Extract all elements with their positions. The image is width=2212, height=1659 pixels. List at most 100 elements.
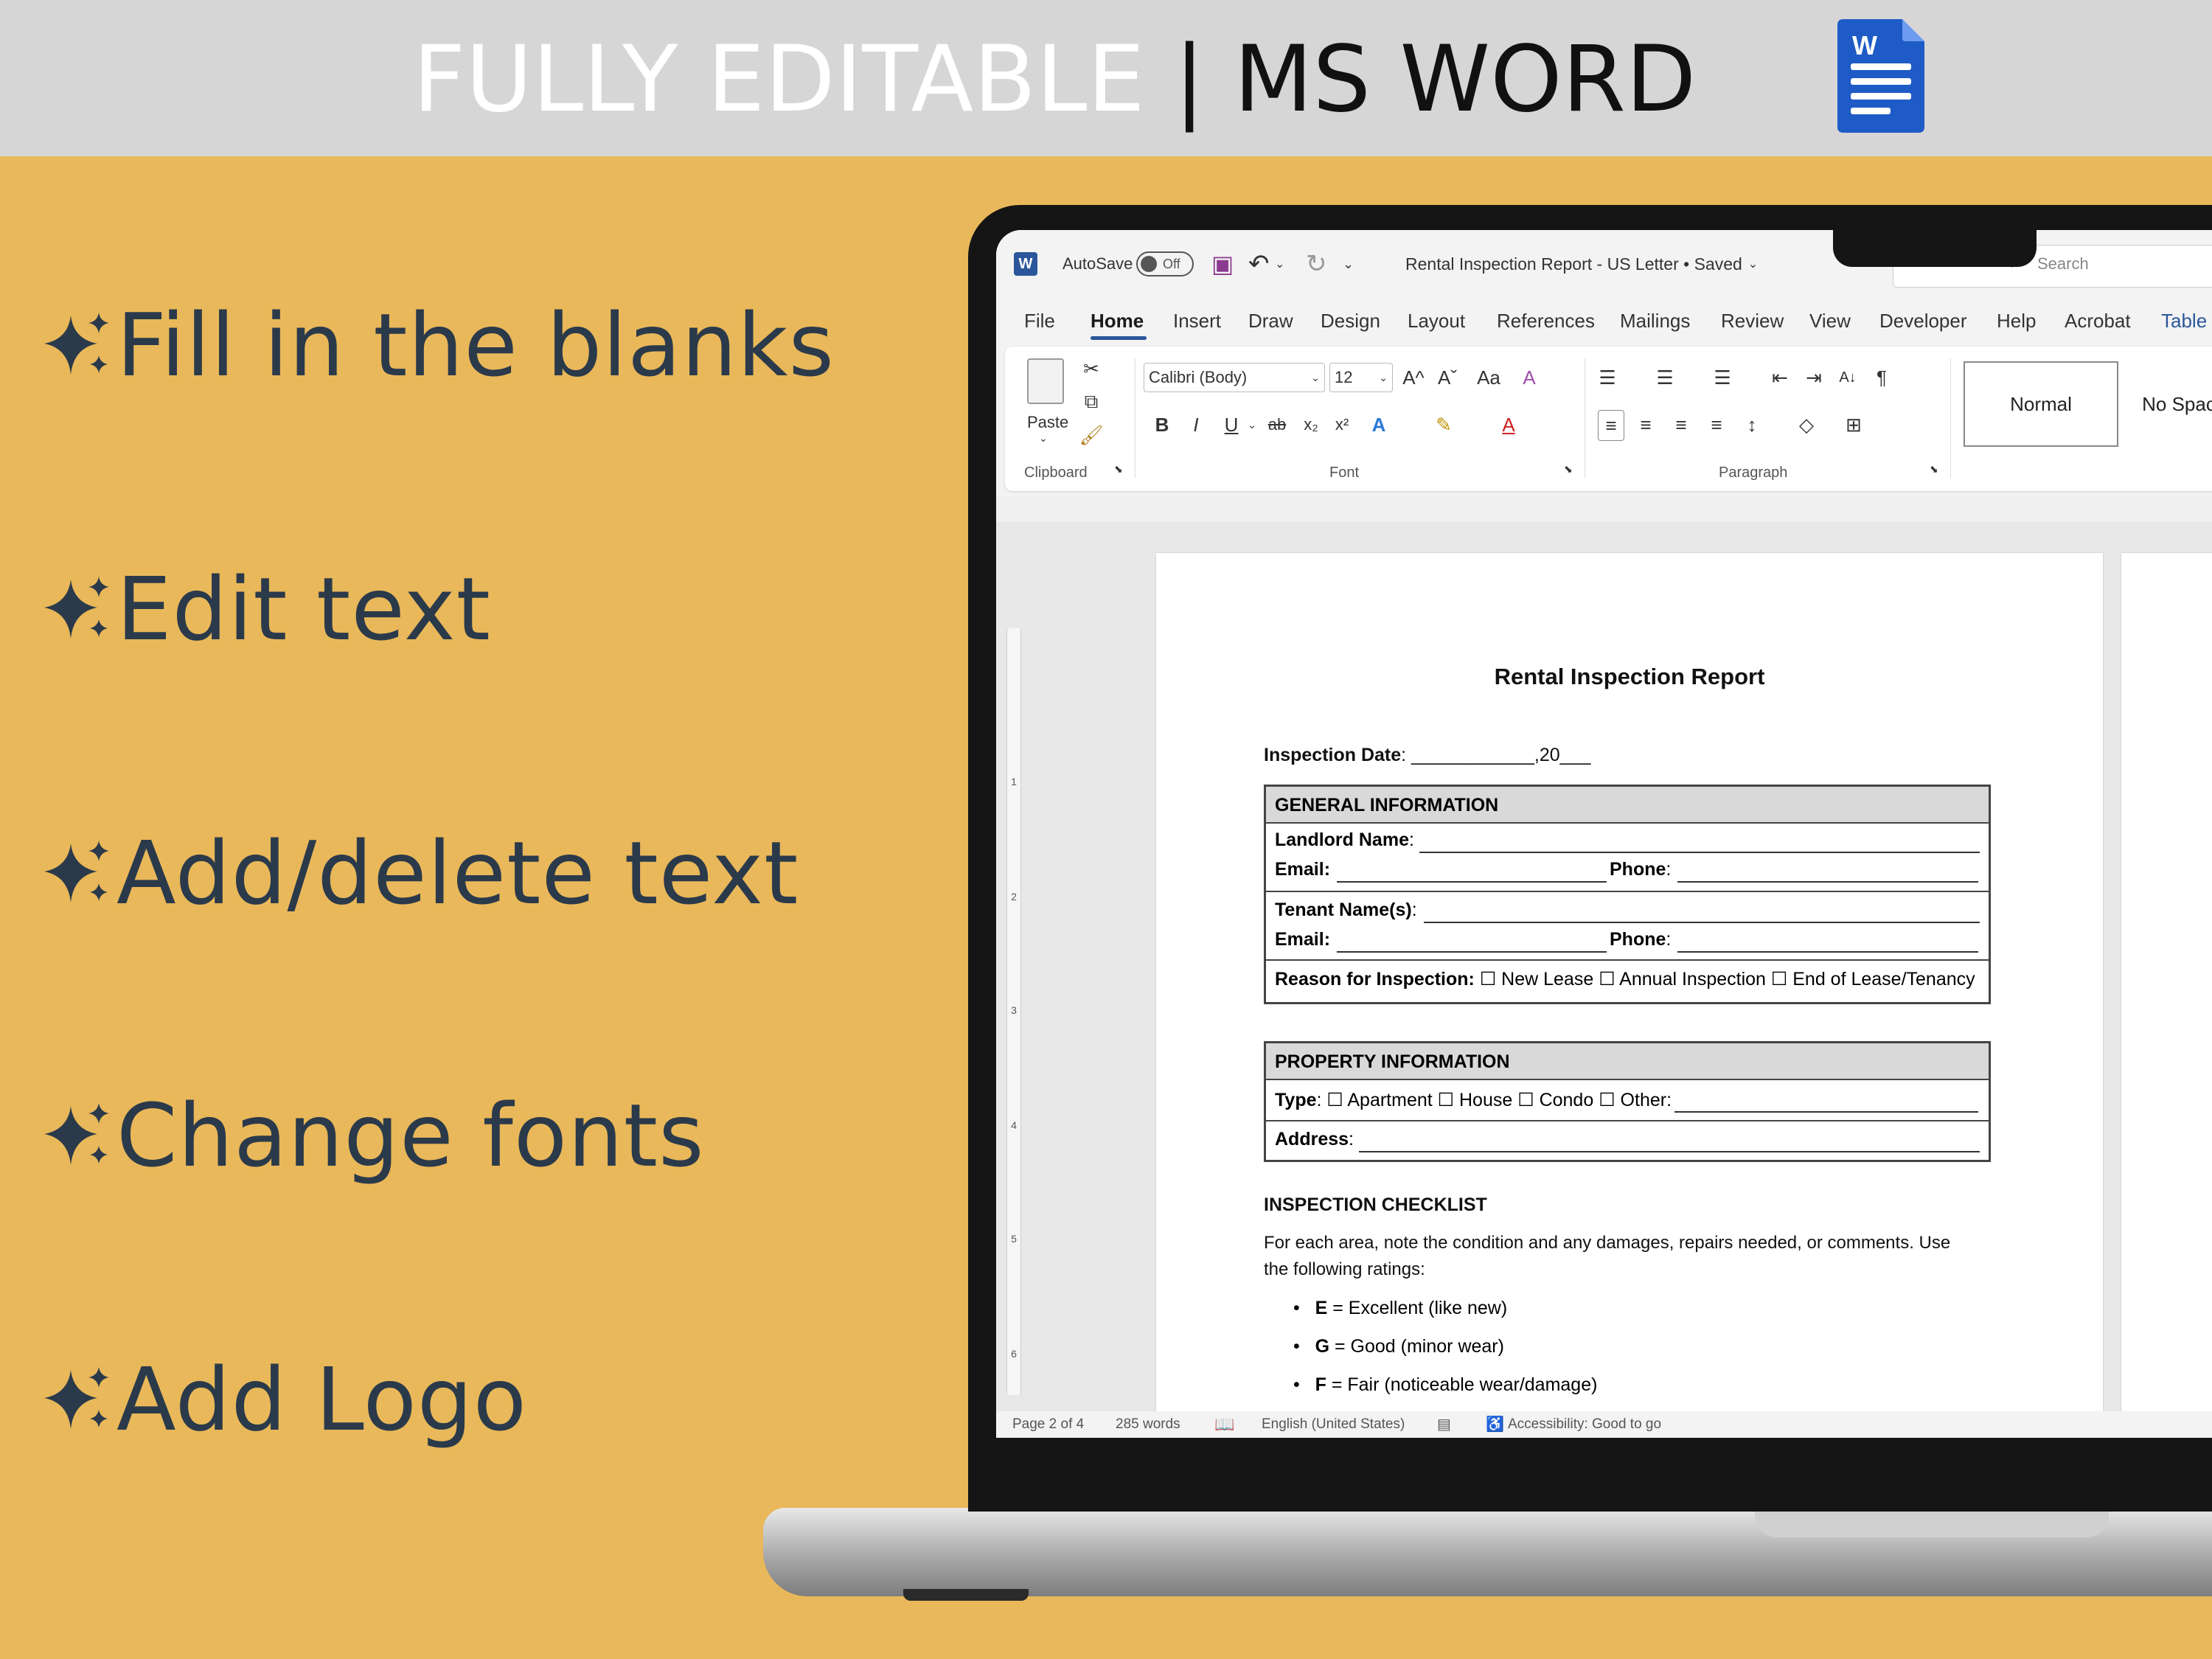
word-count[interactable]: 285 words — [1116, 1411, 1180, 1438]
field-label: Phone — [1610, 859, 1666, 880]
copy-icon[interactable]: ⧉ — [1079, 386, 1104, 416]
numbering-icon[interactable]: ☰ — [1652, 363, 1677, 392]
tab-view[interactable]: View — [1809, 298, 1851, 344]
dialog-launcher-icon[interactable]: ⬊ — [1114, 463, 1123, 476]
font-name-combobox[interactable]: Calibri (Body) ⌄ — [1144, 363, 1325, 392]
page-count[interactable]: Page 2 of 4 — [1012, 1411, 1084, 1438]
chevron-down-icon: ⌄ — [1379, 372, 1388, 383]
document-title[interactable]: Rental Inspection Report - US Letter • S… — [1405, 230, 1758, 298]
inspection-date-line[interactable]: Inspection Date: ____________,20___ — [1264, 745, 1590, 766]
word-app-icon[interactable]: W — [1014, 230, 1037, 298]
tab-mailings[interactable]: Mailings — [1620, 298, 1690, 344]
dialog-launcher-icon[interactable]: ⬊ — [1930, 463, 1938, 476]
strikethrough-button[interactable]: ab — [1265, 410, 1290, 439]
undo-icon[interactable]: ↶ — [1248, 230, 1270, 298]
top-banner: FULLY EDITABLE | MS WORD W — [0, 0, 2212, 156]
autosave-state: Off — [1163, 256, 1180, 271]
tab-references[interactable]: References — [1497, 298, 1595, 344]
text-effects-icon[interactable]: A — [1366, 410, 1391, 439]
paste-label[interactable]: Paste — [1027, 413, 1068, 432]
style-normal[interactable]: Normal — [1964, 361, 2118, 447]
checklist-intro-line-2: the following ratings: — [1264, 1259, 1425, 1279]
decrease-indent-icon[interactable]: ⇤ — [1767, 363, 1792, 392]
bullets-icon[interactable]: ☰ — [1595, 363, 1620, 392]
tab-layout[interactable]: Layout — [1408, 298, 1465, 344]
tenant-phone-field[interactable] — [1677, 951, 1978, 953]
show-formatting-button[interactable]: ¶ — [1869, 363, 1894, 392]
text-predictions-icon[interactable]: ▤ — [1437, 1411, 1451, 1438]
laptop-lid-notch — [1755, 1508, 2109, 1537]
line-spacing-icon[interactable]: ↕ — [1739, 410, 1764, 439]
save-icon[interactable]: ▣ — [1211, 230, 1234, 298]
table-row: Tenant Name(s): Email: Phone: — [1266, 892, 1989, 961]
bold-button[interactable]: B — [1150, 410, 1175, 439]
quick-access-more-icon[interactable]: ⌄ — [1343, 230, 1354, 298]
change-case-button[interactable]: Aa — [1468, 363, 1509, 392]
paste-dropdown-icon[interactable]: ⌄ — [1039, 432, 1048, 445]
landlord-phone-field[interactable] — [1677, 881, 1978, 883]
ribbon-home: Paste ⌄ ✂ ⧉ 🖌 Clipboard ⬊ Calibri (Body)… — [1005, 347, 2212, 491]
style-no-spacing[interactable]: No Spac — [2120, 361, 2212, 447]
proofing-icon[interactable]: 📖 — [1214, 1411, 1234, 1438]
multilevel-list-icon[interactable]: ☰ — [1710, 363, 1735, 392]
justify-icon[interactable]: ≡ — [1704, 410, 1729, 439]
tab-insert[interactable]: Insert — [1173, 298, 1221, 344]
tab-design[interactable]: Design — [1321, 298, 1380, 344]
highlight-icon[interactable]: ✎ — [1431, 410, 1456, 439]
font-size-combobox[interactable]: 12 ⌄ — [1329, 363, 1393, 392]
rating-text: = Excellent (like new) — [1327, 1298, 1508, 1318]
ruler-number: 2 — [1011, 891, 1017, 902]
redo-icon[interactable]: ↻ — [1306, 230, 1327, 298]
align-center-icon[interactable]: ≡ — [1633, 410, 1658, 439]
document-page[interactable]: Rental Inspection Report Inspection Date… — [1156, 553, 2103, 1423]
tab-developer[interactable]: Developer — [1879, 298, 1967, 344]
dialog-launcher-icon[interactable]: ⬊ — [1564, 463, 1573, 476]
shrink-font-button[interactable]: Aˇ — [1433, 363, 1462, 392]
subscript-button[interactable]: x₂ — [1298, 410, 1324, 439]
tab-help[interactable]: Help — [1997, 298, 2036, 344]
tenant-email-label: Email: — [1275, 929, 1331, 950]
tab-review[interactable]: Review — [1721, 298, 1784, 344]
superscript-button[interactable]: x² — [1329, 410, 1354, 439]
borders-icon[interactable]: ⊞ — [1841, 410, 1866, 439]
banner-text-light: FULLY EDITABLE — [413, 27, 1175, 133]
shading-icon[interactable]: ◇ — [1794, 410, 1819, 439]
align-left-icon[interactable]: ≡ — [1598, 410, 1624, 441]
tab-acrobat[interactable]: Acrobat — [2065, 298, 2131, 344]
document-heading: Rental Inspection Report — [1494, 664, 1765, 689]
landlord-email-field[interactable] — [1337, 881, 1607, 883]
tab-draw[interactable]: Draw — [1248, 298, 1293, 344]
font-color-icon[interactable]: A — [1496, 410, 1521, 439]
table-row: Type: ☐ Apartment ☐ House ☐ Condo ☐ Othe… — [1266, 1080, 1989, 1121]
undo-dropdown-icon[interactable]: ⌄ — [1275, 230, 1284, 298]
other-type-field[interactable] — [1674, 1111, 1978, 1113]
paste-icon[interactable] — [1027, 358, 1064, 404]
cut-icon[interactable]: ✂ — [1079, 354, 1104, 383]
ruler-number: 5 — [1011, 1233, 1017, 1245]
inspection-date-blank: : ____________,20___ — [1401, 745, 1591, 765]
font-name-value: Calibri (Body) — [1149, 368, 1248, 386]
sort-button[interactable]: A↓ — [1835, 363, 1860, 392]
language[interactable]: English (United States) — [1262, 1411, 1405, 1438]
increase-indent-icon[interactable]: ⇥ — [1801, 363, 1826, 392]
ms-word-icon: W — [1837, 19, 1924, 133]
format-painter-icon[interactable]: 🖌 — [1079, 420, 1104, 450]
clear-formatting-icon[interactable]: A — [1517, 363, 1542, 392]
italic-button[interactable]: I — [1183, 410, 1208, 439]
chevron-down-icon: ⌄ — [1747, 258, 1759, 271]
autosave-toggle[interactable]: Off — [1136, 230, 1194, 298]
accessibility-status[interactable]: Accessibility: Good to go — [1508, 1411, 1661, 1438]
font-size-value: 12 — [1335, 368, 1353, 386]
tab-table[interactable]: Table — [2161, 298, 2207, 344]
type-options[interactable]: : ☐ Apartment ☐ House ☐ Condo ☐ Other: — [1317, 1090, 1672, 1110]
tenant-name-field[interactable] — [1424, 922, 1980, 923]
tab-file[interactable]: File — [1024, 298, 1055, 344]
tenant-email-field[interactable] — [1337, 951, 1607, 953]
reason-options[interactable]: ☐ New Lease ☐ Annual Inspection ☐ End of… — [1480, 969, 1975, 990]
next-page[interactable] — [2121, 553, 2212, 1423]
grow-font-button[interactable]: A^ — [1399, 363, 1428, 392]
address-field[interactable] — [1359, 1151, 1980, 1152]
underline-dropdown-icon[interactable]: ⌄ — [1239, 410, 1265, 439]
align-right-icon[interactable]: ≡ — [1669, 410, 1694, 439]
landlord-name-field[interactable] — [1419, 852, 1980, 853]
